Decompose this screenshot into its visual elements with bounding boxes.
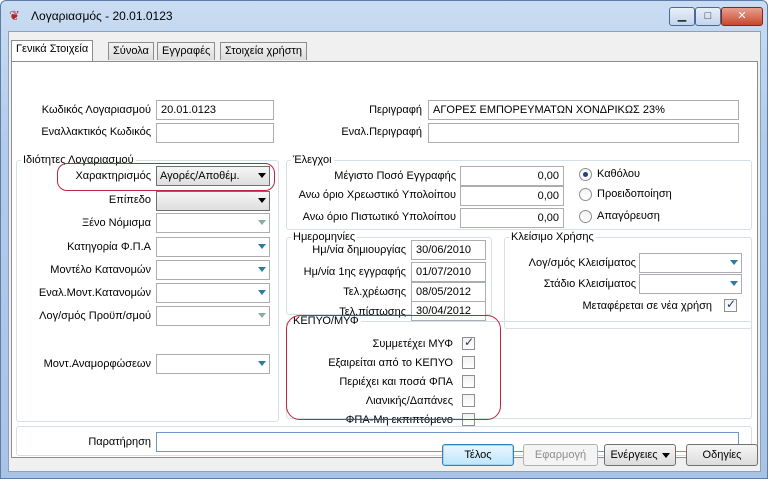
level-select[interactable]	[156, 191, 270, 211]
annotation-highlight-kepyo	[286, 315, 501, 420]
account-code-field[interactable]: 20.01.0123	[156, 100, 274, 120]
alt-allocation-model-label: Εναλ.Μοντ.Κατανομών	[38, 287, 151, 299]
chevron-down-icon	[258, 267, 266, 272]
alt-allocation-model-select[interactable]	[156, 283, 270, 303]
chevron-down-icon	[730, 281, 738, 286]
app-logo-icon: ❦	[9, 8, 20, 23]
closing-stage-label: Στάδιο Κλεισίματος	[543, 278, 636, 290]
options-button[interactable]: Οδηγίες	[686, 444, 758, 466]
upper-debit-field[interactable]: 0,00	[460, 186, 564, 206]
foreign-currency-label: Ξένο Νόμισμα	[81, 217, 151, 229]
account-code-label: Κωδικός Λογαριασμού	[41, 104, 151, 116]
level-label: Επίπεδο	[108, 194, 151, 206]
apply-button[interactable]: Εφαρμογή	[523, 444, 598, 466]
ok-button[interactable]: Τέλος	[442, 444, 514, 466]
title-bar[interactable]: ❦ Λογαριασμός - 20.01.0123 ▁ □ ✕	[1, 1, 767, 31]
chevron-down-icon	[258, 198, 266, 203]
carry-forward-label: Μεταφέρεται σε νέα χρήση	[582, 300, 713, 312]
annotation-highlight-characterization	[57, 163, 275, 191]
restatement-model-label: Μοντ.Αναμορφώσεων	[43, 358, 151, 370]
vat-category-select[interactable]	[156, 237, 270, 257]
alt-code-field[interactable]	[156, 123, 274, 143]
chevron-down-icon	[258, 220, 266, 225]
radio-selected-dot-icon	[583, 172, 588, 177]
checkmark-icon: ✓	[726, 297, 737, 311]
dates-title: Ημερομηνίες	[291, 231, 358, 243]
vat-category-label: Κατηγορία Φ.Π.Α	[67, 241, 151, 253]
created-date-field[interactable]: 30/06/2010	[411, 240, 486, 260]
allocation-model-label: Μοντέλο Κατανομών	[50, 264, 151, 276]
window-title: Λογαριασμός - 20.01.0123	[31, 9, 173, 23]
actions-label: Ενέργειες	[610, 449, 658, 461]
radio-none[interactable]	[579, 168, 592, 181]
budget-account-label: Λογ/σμός Προϋπ/σμού	[39, 310, 151, 322]
chevron-down-icon	[661, 452, 670, 458]
maximize-button[interactable]: □	[695, 7, 721, 26]
tab-user-data[interactable]: Στοιχεία χρήστη	[220, 42, 307, 60]
chevron-down-icon	[258, 244, 266, 249]
controls-title: Έλεγχοι	[291, 154, 334, 166]
first-entry-date-field[interactable]: 01/07/2010	[411, 262, 486, 282]
client-area: Γενικά Στοιχεία Σύνολα Εγγραφές Στοιχεία…	[8, 31, 761, 472]
tab-entries[interactable]: Εγγραφές	[157, 42, 216, 60]
max-entry-field[interactable]: 0,00	[460, 166, 564, 186]
tab-totals[interactable]: Σύνολα	[108, 42, 154, 60]
last-debit-date-field[interactable]: 08/05/2012	[411, 282, 486, 302]
year-closing-title: Κλείσιμο Χρήσης	[509, 231, 596, 243]
chevron-down-icon	[258, 361, 266, 366]
created-date-label: Ημ/νία δημιουργίας	[312, 244, 406, 256]
description-field[interactable]: ΑΓΟΡΕΣ ΕΜΠΟΡΕΥΜΑΤΩΝ ΧΟΝΔΡΙΚΩΣ 23%	[428, 100, 739, 120]
description-label: Περιγραφή	[369, 104, 422, 116]
first-entry-date-label: Ημ/νία 1ης εγγραφής	[303, 266, 406, 278]
upper-credit-field[interactable]: 0,00	[460, 208, 564, 228]
tab-general[interactable]: Γενικά Στοιχεία	[11, 40, 94, 61]
radio-none-label: Καθόλου	[597, 168, 641, 180]
budget-account-select[interactable]	[156, 306, 270, 326]
closing-account-select[interactable]	[639, 253, 742, 273]
last-debit-date-label: Τελ.χρέωσης	[343, 286, 406, 298]
account-window: ❦ Λογαριασμός - 20.01.0123 ▁ □ ✕ Γενικά …	[0, 0, 768, 479]
general-tab-page: Κωδικός Λογαριασμού 20.01.0123 Εναλλακτι…	[11, 61, 758, 458]
allocation-model-select[interactable]	[156, 260, 270, 280]
actions-button[interactable]: Ενέργειες	[604, 444, 676, 466]
alt-code-label: Εναλλακτικός Κωδικός	[41, 126, 151, 138]
radio-block-label: Απαγόρευση	[597, 210, 660, 222]
remarks-label: Παρατήρηση	[88, 436, 151, 448]
carry-forward-checkbox[interactable]: ✓	[724, 297, 737, 312]
close-button[interactable]: ✕	[721, 7, 763, 26]
radio-warning[interactable]	[579, 188, 592, 201]
minimize-button[interactable]: ▁	[669, 7, 695, 26]
radio-warning-label: Προειδοποίηση	[597, 188, 672, 200]
closing-stage-select[interactable]	[639, 274, 742, 294]
radio-block[interactable]	[579, 210, 592, 223]
chevron-down-icon	[258, 290, 266, 295]
alt-description-label: Εναλ.Περιγραφή	[341, 126, 422, 138]
alt-description-field[interactable]	[428, 123, 739, 143]
closing-account-label: Λογ/σμός Κλεισίματος	[528, 257, 636, 269]
restatement-model-select[interactable]	[156, 354, 270, 374]
foreign-currency-select[interactable]	[156, 213, 270, 233]
chevron-down-icon	[730, 260, 738, 265]
max-entry-label: Μέγιστο Ποσό Εγγραφής	[334, 170, 456, 182]
upper-debit-label: Ανω όριο Χρεωστικό Υπολοίπου	[298, 189, 456, 201]
upper-credit-label: Ανω όριο Πιστωτικό Υπολοίπου	[302, 211, 456, 223]
chevron-down-icon	[258, 313, 266, 318]
